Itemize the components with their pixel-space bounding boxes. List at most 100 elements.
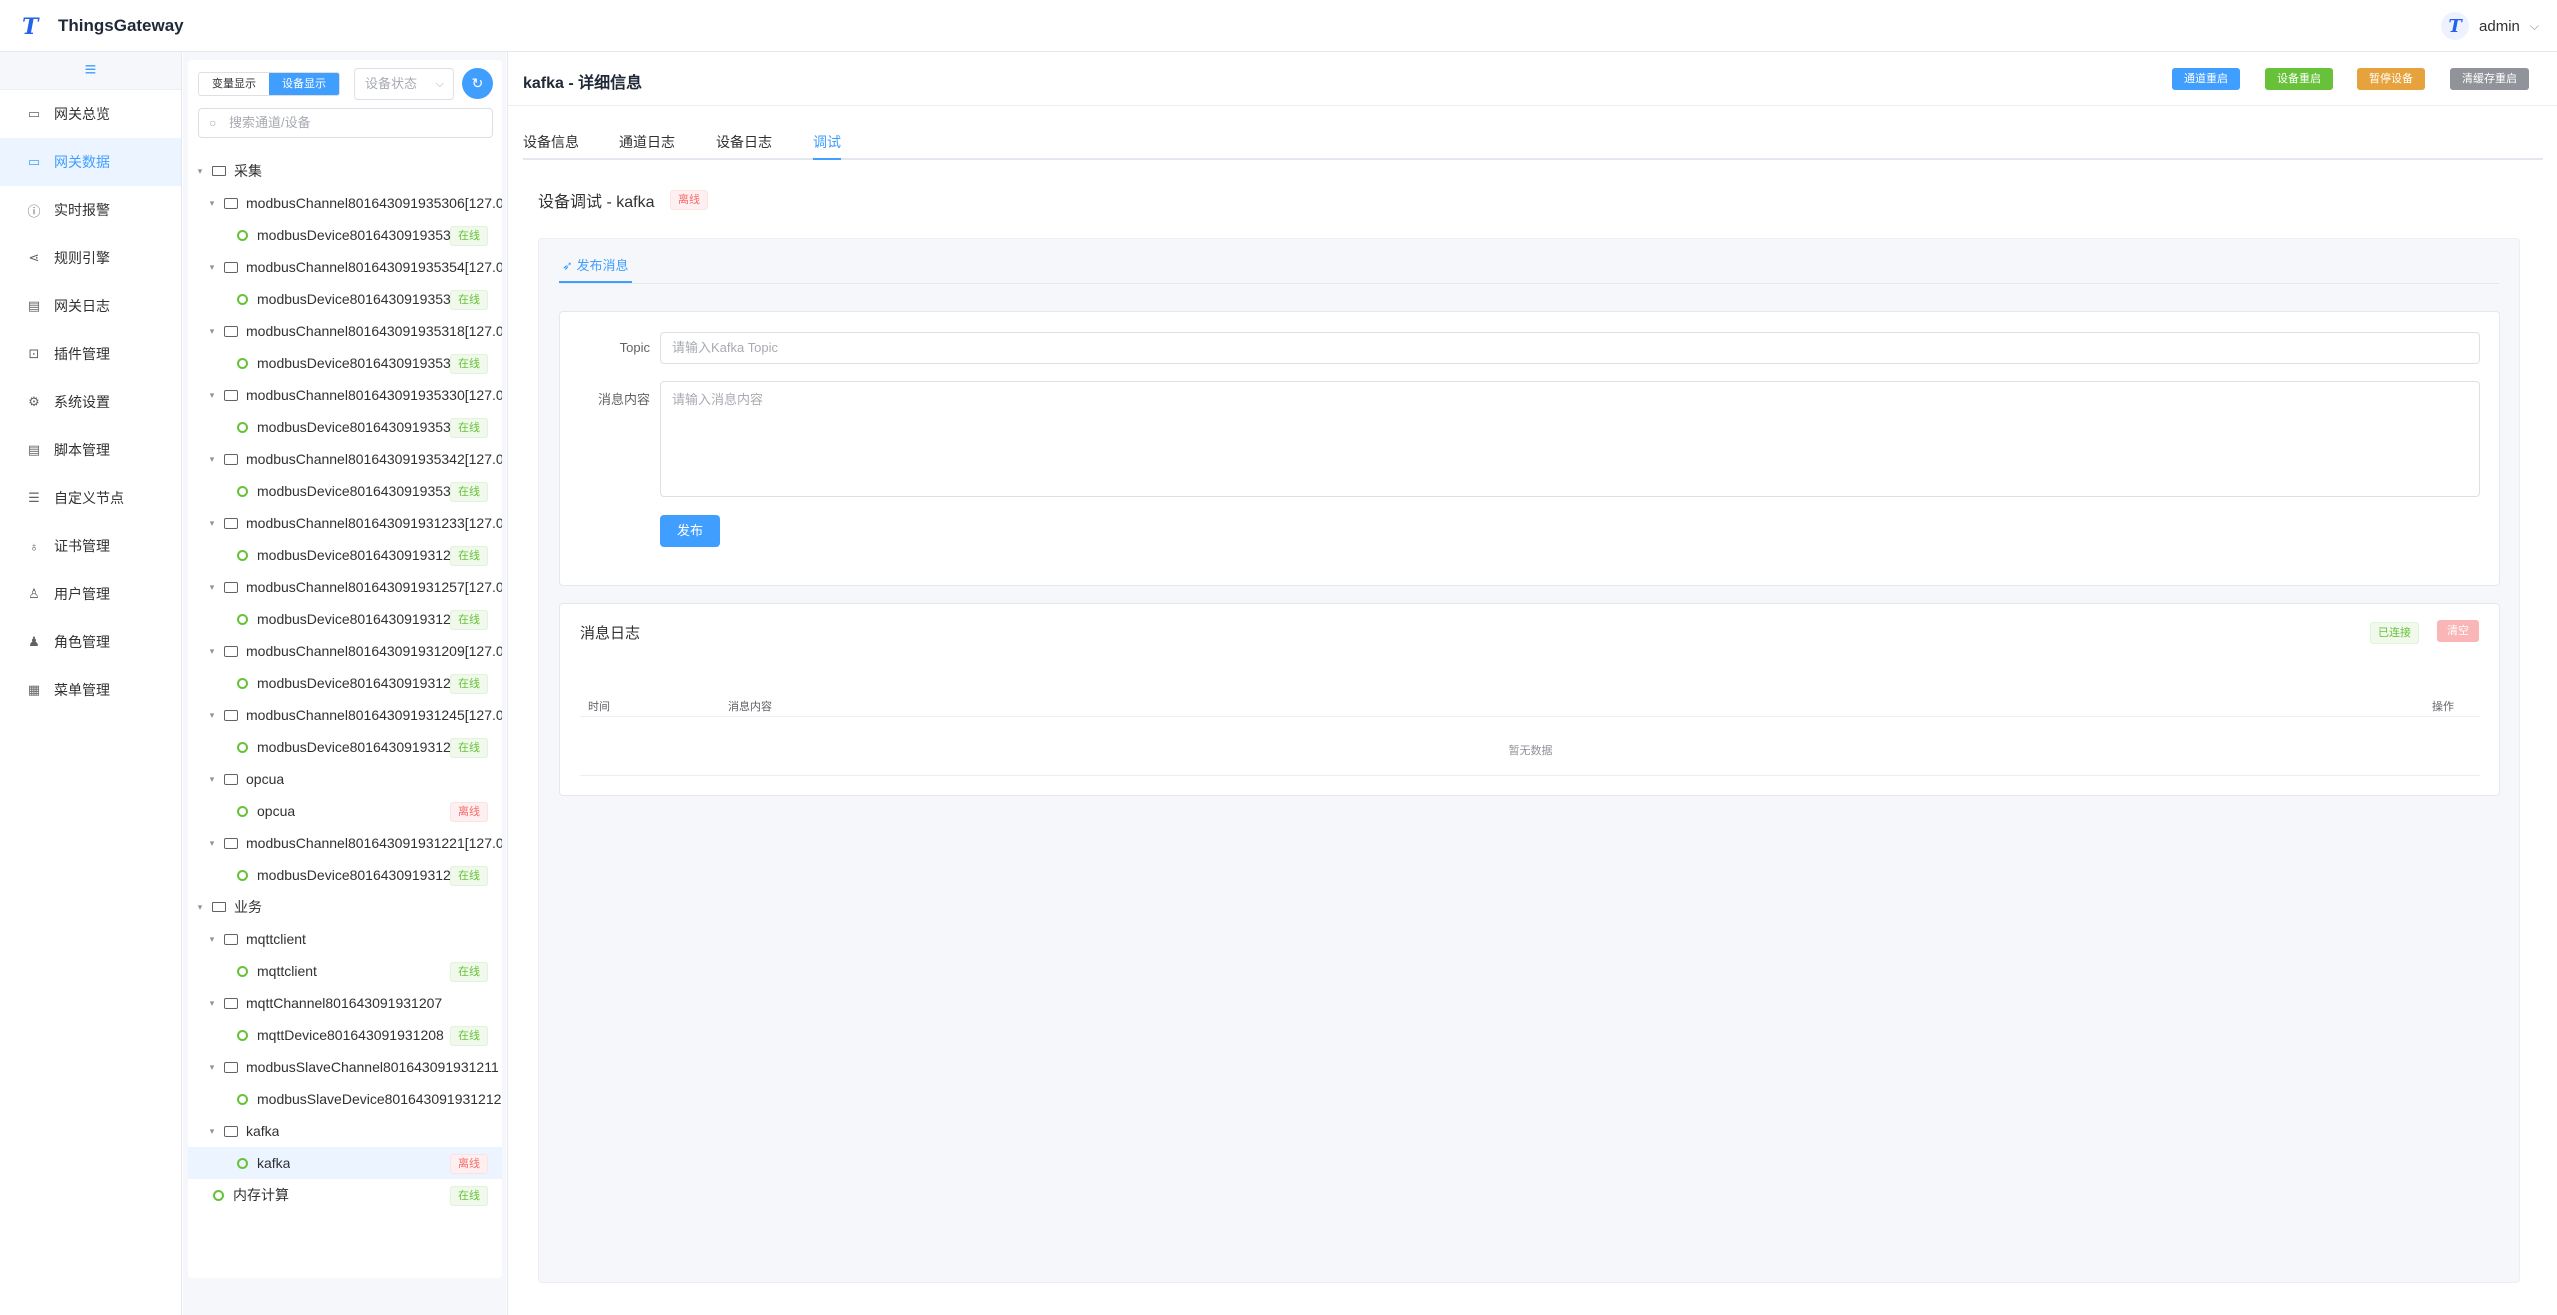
caret-down-icon[interactable]: ▾ bbox=[206, 518, 218, 529]
caret-down-icon[interactable]: ▾ bbox=[206, 1126, 218, 1137]
caret-down-icon[interactable]: ▾ bbox=[194, 166, 206, 177]
restart-device-button[interactable]: 设备重启 bbox=[2265, 68, 2333, 90]
caret-down-icon[interactable]: ▾ bbox=[206, 998, 218, 1009]
sidebar-item[interactable]: ▦ 菜单管理 bbox=[0, 666, 181, 714]
sidebar-item[interactable]: ☰ 自定义节点 bbox=[0, 474, 181, 522]
monitor-icon bbox=[212, 166, 226, 176]
sidebar-item[interactable]: ▭ 网关数据 bbox=[0, 138, 181, 186]
caret-down-icon[interactable]: ▾ bbox=[206, 262, 218, 273]
tree-group-node[interactable]: ▾ modbusChannel801643091931221[127.0.0.1:… bbox=[188, 827, 502, 859]
sidebar-item[interactable]: ▤ 网关日志 bbox=[0, 282, 181, 330]
tab-debug[interactable]: 调试 bbox=[813, 130, 841, 160]
message-log-title: 消息日志 bbox=[580, 625, 641, 642]
caret-down-icon[interactable]: ▾ bbox=[206, 838, 218, 849]
tree-device-node[interactable]: modbusDevice801643091931222 在线 bbox=[188, 859, 502, 891]
tree-device-node[interactable]: modbusDevice801643091931258 在线 bbox=[188, 603, 502, 635]
clear-cache-restart-button[interactable]: 清缓存重启 bbox=[2450, 68, 2529, 90]
tab-channel-log[interactable]: 通道日志 bbox=[619, 130, 675, 160]
tree-group-node[interactable]: ▾ kafka bbox=[188, 1115, 502, 1147]
tree-group-node[interactable]: ▾ opcua bbox=[188, 763, 502, 795]
caret-down-icon[interactable]: ▾ bbox=[206, 1062, 218, 1073]
share-icon: ⋖ bbox=[28, 250, 40, 265]
device-status-select[interactable]: 设备状态 ⌵ bbox=[354, 68, 454, 100]
tree-device-node[interactable]: 内存计算 在线 bbox=[188, 1179, 502, 1211]
sidebar-item[interactable]: ⋖ 规则引擎 bbox=[0, 234, 181, 282]
tree-group-node[interactable]: ▾ modbusChannel801643091935306[127.0.0.1:… bbox=[188, 187, 502, 219]
tree-device-node[interactable]: mqttclient 在线 bbox=[188, 955, 502, 987]
debug-title: 设备调试 - kafka bbox=[538, 194, 655, 211]
topic-input[interactable]: 请输入Kafka Topic bbox=[660, 332, 2480, 364]
caret-down-icon[interactable]: ▾ bbox=[206, 774, 218, 785]
tree-group-node[interactable]: ▾ modbusChannel801643091931245[127.0.0.1:… bbox=[188, 699, 502, 731]
caret-down-icon[interactable]: ▾ bbox=[206, 646, 218, 657]
status-badge: 在线 bbox=[450, 482, 488, 502]
tree-device-node[interactable]: modbusDevice801643091935307 在线 bbox=[188, 219, 502, 251]
menu-collapse-icon[interactable]: ≡ bbox=[0, 52, 181, 90]
tree-group-node[interactable]: ▾ 采集 bbox=[188, 155, 502, 187]
tree-group-node[interactable]: ▾ 业务 bbox=[188, 891, 502, 923]
device-status-icon bbox=[237, 1157, 248, 1169]
refresh-button[interactable]: ↻ bbox=[462, 68, 493, 99]
document-icon: ▤ bbox=[27, 442, 41, 457]
folder-icon bbox=[224, 997, 238, 1009]
tree-group-node[interactable]: ▾ modbusChannel801643091935318[127.0.0.1:… bbox=[188, 315, 502, 347]
tree-device-node[interactable]: opcua 离线 bbox=[188, 795, 502, 827]
pause-device-button[interactable]: 暂停设备 bbox=[2357, 68, 2425, 90]
tree-node-label: modbusChannel801643091931233[127.0.0.1:5… bbox=[246, 515, 502, 531]
caret-down-icon[interactable]: ▾ bbox=[206, 198, 218, 209]
tree-group-node[interactable]: ▾ modbusChannel801643091935342[127.0.0.1:… bbox=[188, 443, 502, 475]
message-content-label: 消息内容 bbox=[597, 392, 650, 407]
tree-node-label: modbusChannel801643091931245[127.0.0.1:5… bbox=[246, 707, 502, 723]
message-content-textarea[interactable]: 请输入消息内容 bbox=[660, 381, 2480, 497]
publish-button[interactable]: 发布 bbox=[660, 515, 720, 547]
tree-group-node[interactable]: ▾ modbusChannel801643091931209[127.0.0.1:… bbox=[188, 635, 502, 667]
caret-down-icon[interactable]: ▾ bbox=[206, 390, 218, 401]
sidebar-item[interactable]: ♙ 用户管理 bbox=[0, 570, 181, 618]
sidebar-item[interactable]: ▤ 脚本管理 bbox=[0, 426, 181, 474]
tree-device-node[interactable]: mqttDevice801643091931208 在线 bbox=[188, 1019, 502, 1051]
sidebar-item[interactable]: ▭ 网关总览 bbox=[0, 90, 181, 138]
tree-group-node[interactable]: ▾ modbusChannel801643091931257[127.0.0.1:… bbox=[188, 571, 502, 603]
tree-device-node[interactable]: modbusDevice801643091935343 在线 bbox=[188, 475, 502, 507]
tree-device-node[interactable]: modbusDevice801643091935355 在线 bbox=[188, 283, 502, 315]
caret-down-icon[interactable]: ▾ bbox=[206, 454, 218, 465]
key-icon: ♁ bbox=[29, 538, 39, 554]
tree-device-node[interactable]: modbusDevice801643091931246 在线 bbox=[188, 731, 502, 763]
caret-down-icon[interactable]: ▾ bbox=[206, 582, 218, 593]
sidebar-item[interactable]: ♁ 证书管理 bbox=[0, 522, 181, 570]
tree-group-node[interactable]: ▾ modbusSlaveChannel801643091931211 bbox=[188, 1051, 502, 1083]
tab-device-log[interactable]: 设备日志 bbox=[716, 130, 772, 160]
device-display-option[interactable]: 设备显示 bbox=[269, 73, 339, 95]
device-status-placeholder: 设备状态 bbox=[365, 76, 418, 91]
sidebar-item[interactable]: ⚙ 系统设置 bbox=[0, 378, 181, 426]
variable-display-option[interactable]: 变量显示 bbox=[199, 73, 269, 95]
tree-device-node[interactable]: modbusDevice801643091935319 在线 bbox=[188, 347, 502, 379]
caret-down-icon[interactable]: ▾ bbox=[206, 326, 218, 337]
tree-device-node[interactable]: modbusDevice801643091931234 在线 bbox=[188, 539, 502, 571]
tree-device-node[interactable]: kafka 离线 bbox=[188, 1147, 502, 1179]
status-badge: 在线 bbox=[450, 226, 488, 246]
tree-group-node[interactable]: ▾ modbusChannel801643091935354[127.0.0.1:… bbox=[188, 251, 502, 283]
user-menu[interactable]: T admin ⌵ bbox=[2441, 12, 2539, 40]
sidebar-item[interactable]: ⊡ 插件管理 bbox=[0, 330, 181, 378]
tab-device-info[interactable]: 设备信息 bbox=[523, 130, 579, 160]
sidebar-item[interactable]: ♟ 角色管理 bbox=[0, 618, 181, 666]
tree-group-node[interactable]: ▾ mqttclient bbox=[188, 923, 502, 955]
tree-search-input[interactable]: ○ 搜索通道/设备 bbox=[198, 108, 493, 138]
tree-device-node[interactable]: modbusDevice801643091931210 在线 bbox=[188, 667, 502, 699]
tree-node-label: opcua bbox=[257, 803, 296, 819]
tree-group-node[interactable]: ▾ mqttChannel801643091931207 bbox=[188, 987, 502, 1019]
clear-log-button[interactable]: 清空 bbox=[2437, 620, 2479, 642]
caret-down-icon[interactable]: ▾ bbox=[194, 902, 206, 913]
tree-group-node[interactable]: ▾ modbusChannel801643091931233[127.0.0.1:… bbox=[188, 507, 502, 539]
restart-channel-button[interactable]: 通道重启 bbox=[2172, 68, 2240, 90]
tree-node-label: modbusDevice801643091935343 bbox=[257, 483, 467, 499]
caret-down-icon[interactable]: ▾ bbox=[206, 934, 218, 945]
tab-publish-message[interactable]: ➶ 发布消息 bbox=[559, 249, 632, 283]
tree-device-node[interactable]: modbusSlaveDevice801643091931212 bbox=[188, 1083, 502, 1115]
tree-group-node[interactable]: ▾ modbusChannel801643091935330[127.0.0.1:… bbox=[188, 379, 502, 411]
refresh-icon: ↻ bbox=[471, 75, 484, 91]
tree-device-node[interactable]: modbusDevice801643091935331 在线 bbox=[188, 411, 502, 443]
sidebar-item[interactable]: ⓘ 实时报警 bbox=[0, 186, 181, 234]
caret-down-icon[interactable]: ▾ bbox=[206, 710, 218, 721]
